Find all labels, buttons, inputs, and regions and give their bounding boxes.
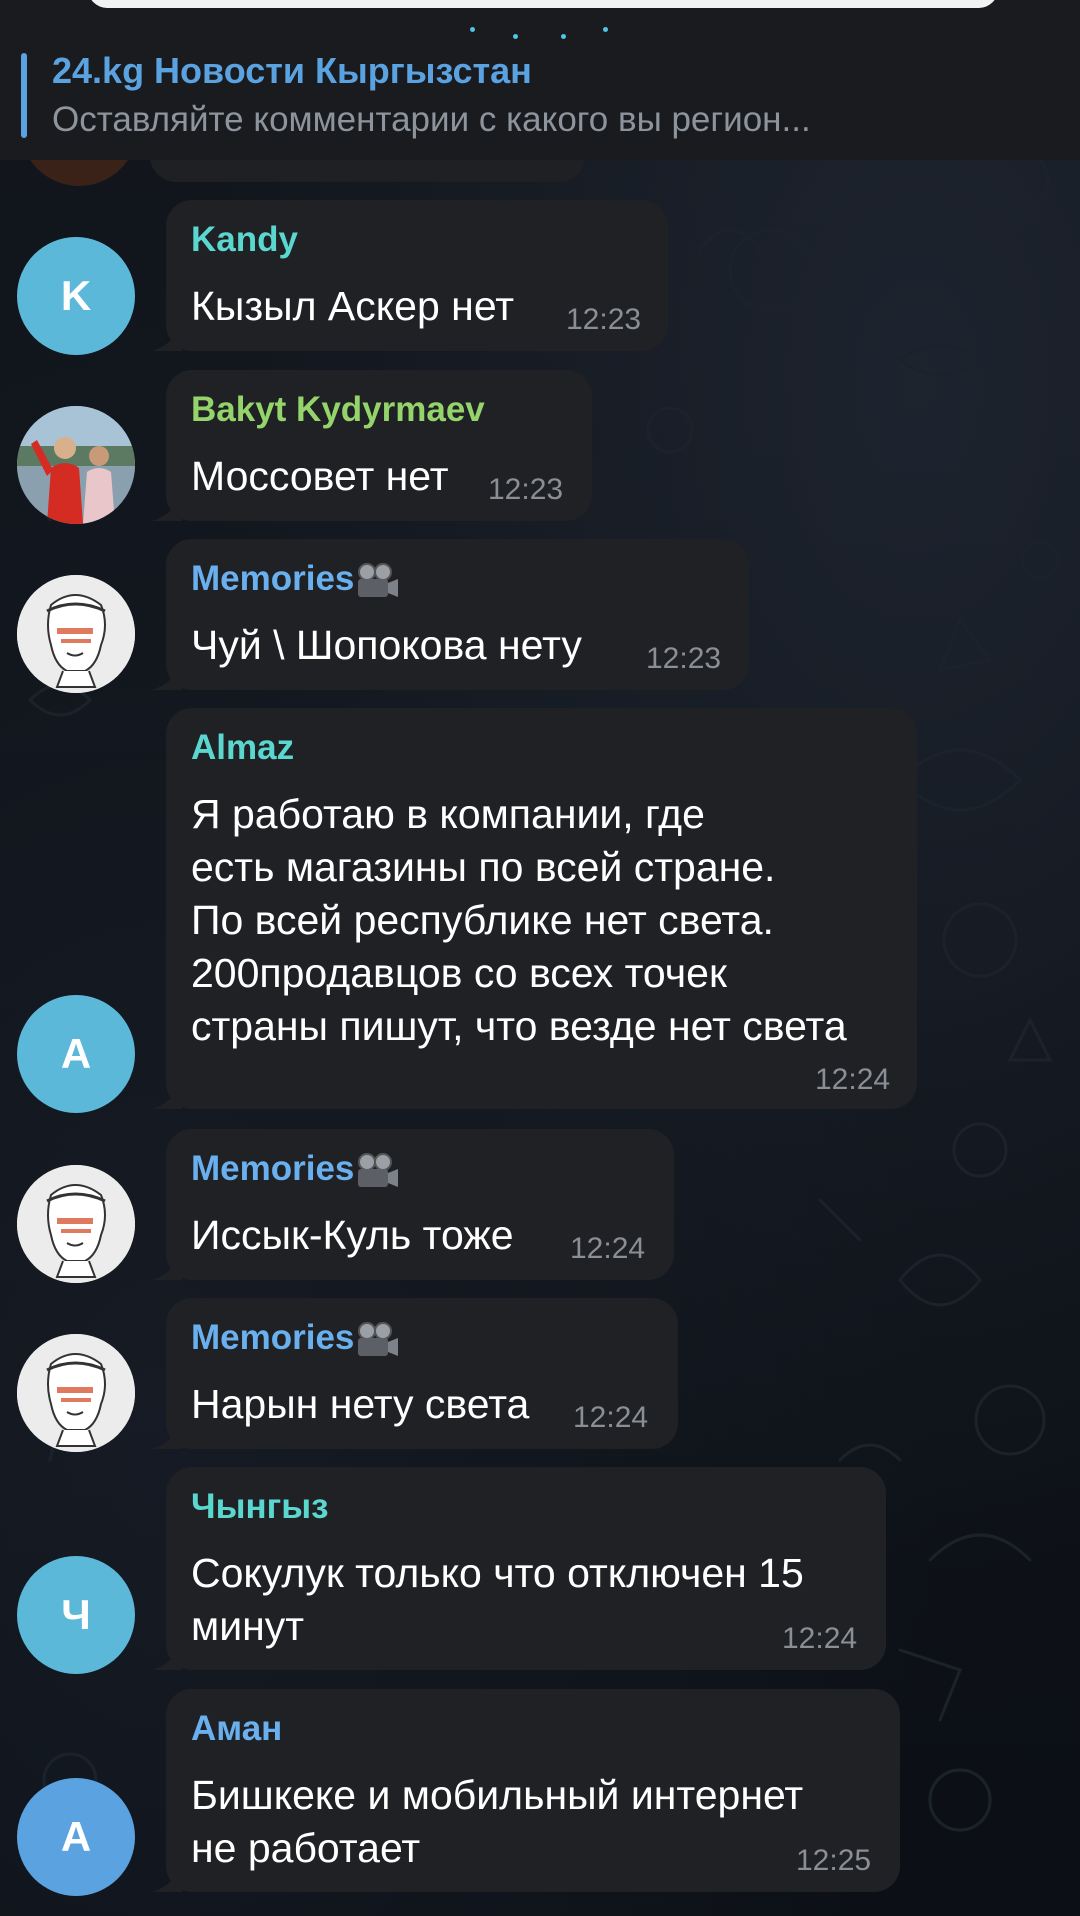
avatar[interactable]	[17, 1165, 135, 1283]
avatar-letter: K	[60, 272, 92, 319]
message-time: 12:24	[815, 1063, 891, 1096]
pinned-title: 24.kg Новости Кыргызстан	[52, 50, 532, 91]
message-bubble[interactable]: Чынгыз Сокулук только что отключен 15 ми…	[152, 1467, 886, 1670]
message-text: Бишкеке и мобильный интернет не работает	[191, 1772, 804, 1871]
avatar[interactable]: K	[17, 237, 135, 355]
bubble-tail	[152, 325, 182, 351]
bubble-tail	[152, 1254, 182, 1280]
message-text: Нарын нету света	[191, 1381, 530, 1427]
message-time: 12:23	[646, 642, 722, 675]
loading-dots-icon	[0, 24, 1080, 39]
message-time: 12:24	[570, 1232, 646, 1265]
search-field-partial[interactable]	[88, 0, 998, 8]
statue-sketch-icon	[17, 1165, 135, 1283]
message-text: Сокулук только что отключен 15 минут	[191, 1550, 804, 1649]
sender-name[interactable]: Kandy	[191, 220, 298, 260]
message-bubble[interactable]: Bakyt Kydyrmaev Моссовет нет 12:23	[152, 370, 592, 521]
film-projector-icon	[358, 562, 399, 597]
pinned-indicator	[21, 53, 27, 138]
message-time: 12:23	[488, 473, 564, 506]
avatar[interactable]: A	[17, 995, 135, 1113]
sender-name-text: Memories	[191, 1318, 355, 1357]
sender-name-text: Memories	[191, 1149, 355, 1188]
message-time: 12:24	[573, 1401, 649, 1434]
avatar[interactable]	[17, 1334, 135, 1452]
message-bubble[interactable]: Almaz Я работаю в компании, где есть маг…	[152, 708, 917, 1109]
avatar[interactable]: Ч	[17, 1556, 135, 1674]
message-time: 12:24	[782, 1622, 858, 1655]
bubble-tail	[152, 495, 182, 521]
bubble-tail	[152, 664, 182, 690]
avatar-letter: A	[60, 1030, 92, 1077]
avatar-letter: Ч	[61, 1591, 91, 1638]
message-bubble[interactable]: Memories Нарын нету света 12:24	[152, 1298, 678, 1449]
film-projector-icon	[358, 1152, 399, 1187]
message-text: Иссык-Куль тоже	[191, 1212, 514, 1258]
sender-name[interactable]: Memories	[191, 1149, 400, 1189]
bubble-tail	[152, 1866, 182, 1892]
message-text: Чуй \ Шопокова нету	[191, 622, 582, 668]
sender-name-text: Memories	[191, 559, 355, 598]
message-text: Кызыл Аскер нет	[191, 283, 515, 329]
film-projector-icon	[358, 1321, 399, 1356]
message-bubble[interactable]: Memories Чуй \ Шопокова нету 12:23	[152, 539, 749, 690]
sender-name[interactable]: Чынгыз	[191, 1487, 329, 1527]
pinned-message-bar[interactable]: 24.kg Новости Кыргызстан Оставляйте комм…	[0, 0, 1080, 160]
sender-name[interactable]: Аман	[191, 1709, 282, 1749]
message-bubble[interactable]: Memories Иссык-Куль тоже 12:24	[152, 1129, 674, 1280]
statue-sketch-icon	[17, 575, 135, 693]
bubble-tail	[152, 1423, 182, 1449]
avatar[interactable]	[17, 575, 135, 693]
avatar[interactable]	[17, 406, 135, 524]
bubble-tail	[152, 1083, 182, 1109]
message-bubble[interactable]: Аман Бишкеке и мобильный интернет не раб…	[152, 1689, 900, 1892]
message-bubble[interactable]: Kandy Кызыл Аскер нет 12:23	[152, 200, 668, 351]
bubble-tail	[152, 1644, 182, 1670]
statue-sketch-icon	[17, 1334, 135, 1452]
message-text: Моссовет нет	[191, 453, 449, 499]
sender-name[interactable]: Memories	[191, 559, 400, 599]
avatar[interactable]: А	[17, 1778, 135, 1896]
chat-screen: 24.kg Новости Кыргызстан Оставляйте комм…	[0, 0, 1080, 1916]
sender-name[interactable]: Memories	[191, 1318, 400, 1358]
message-text: Я работаю в компании, где есть магазины …	[191, 791, 847, 1049]
profile-photo-icon	[17, 406, 135, 524]
pinned-subtitle: Оставляйте комментарии с какого вы регио…	[52, 100, 811, 139]
message-time: 12:25	[796, 1844, 872, 1877]
avatar-letter: А	[60, 1813, 92, 1860]
sender-name[interactable]: Almaz	[191, 728, 294, 768]
sender-name[interactable]: Bakyt Kydyrmaev	[191, 390, 485, 430]
message-time: 12:23	[566, 303, 642, 336]
